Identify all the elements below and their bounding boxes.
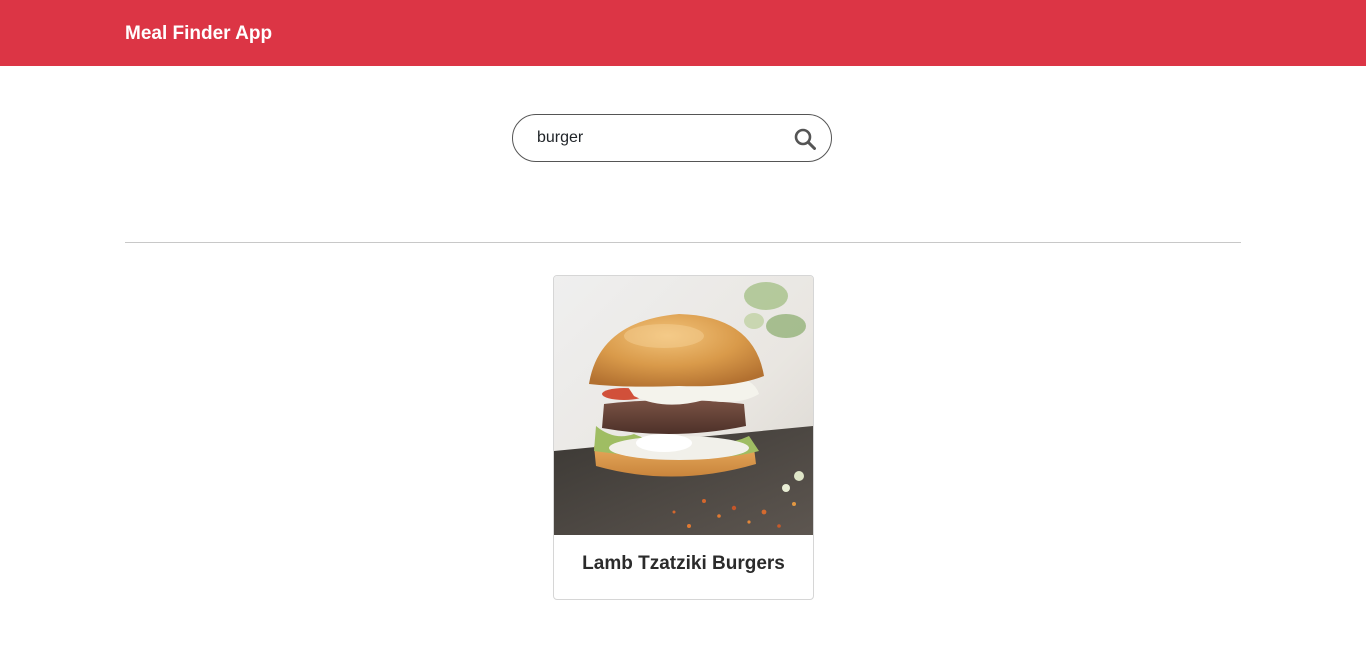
search-bar [512,114,832,162]
meal-image[interactable] [554,276,813,535]
search-input[interactable] [537,115,777,161]
burger-image [554,276,813,535]
meal-title: Lamb Tzatziki Burgers [582,553,785,574]
brand-link[interactable]: Meal Finder App [125,22,272,46]
search-icon [794,128,816,150]
search-button[interactable] [791,125,819,153]
meal-card[interactable]: Lamb Tzatziki Burgers [553,275,814,600]
divider [125,242,1241,243]
navbar: Meal Finder App [0,0,1366,66]
